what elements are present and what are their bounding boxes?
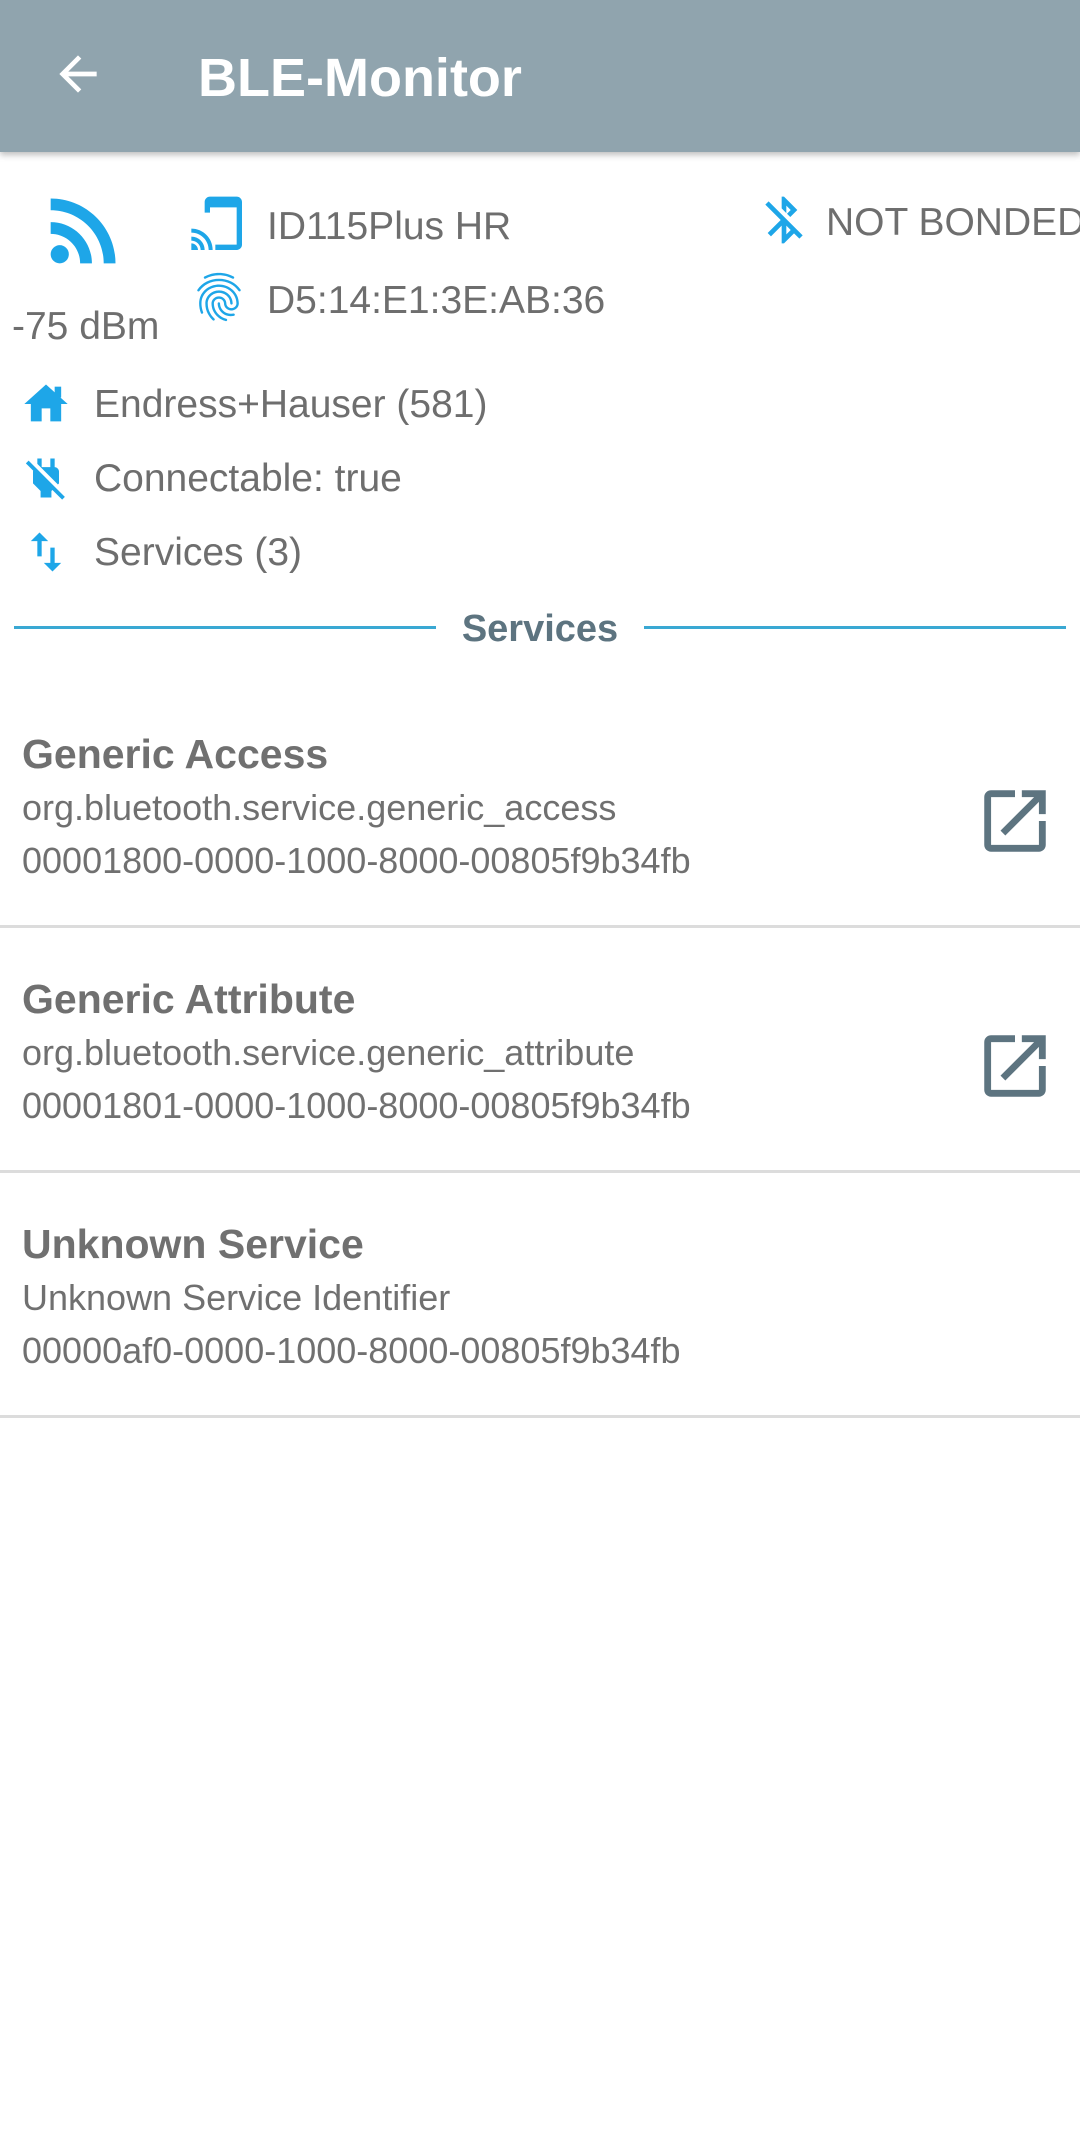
service-item-generic-access[interactable]: Generic Access org.bluetooth.service.gen…: [0, 683, 1080, 928]
service-identifier: Unknown Service Identifier: [22, 1277, 451, 1318]
service-name: Generic Access: [22, 731, 329, 777]
open-in-new-button[interactable]: [970, 1023, 1060, 1113]
home-icon: [20, 378, 72, 435]
connectable-status: Connectable: true: [94, 457, 402, 500]
service-item-unknown-service[interactable]: Unknown Service Unknown Service Identifi…: [0, 1173, 1080, 1418]
fingerprint-icon: [190, 268, 248, 331]
service-uuid: 00001800-0000-1000-8000-00805f9b34fb: [22, 840, 691, 881]
arrow-left-icon: [50, 46, 106, 107]
cast-icon: [186, 194, 250, 263]
manufacturer: Endress+Hauser (581): [94, 383, 488, 426]
service-name: Generic Attribute: [22, 976, 356, 1022]
swap-vert-icon: [20, 526, 72, 583]
services-section-title: Services: [461, 608, 619, 650]
power-off-icon: [20, 452, 72, 509]
service-identifier: org.bluetooth.service.generic_access: [22, 787, 617, 828]
rssi-value: -75 dBm: [12, 305, 160, 348]
device-address: D5:14:E1:3E:AB:36: [267, 279, 606, 322]
service-uuid: 00001801-0000-1000-8000-00805f9b34fb: [22, 1085, 691, 1126]
bluetooth-disabled-icon: [756, 192, 812, 253]
divider-right: [644, 626, 1066, 629]
services-count: Services (3): [94, 531, 303, 574]
open-in-new-icon: [974, 780, 1056, 867]
bond-status: NOT BONDED: [826, 201, 1080, 244]
rss-feed-icon: [34, 180, 134, 285]
service-item-generic-attribute[interactable]: Generic Attribute org.bluetooth.service.…: [0, 928, 1080, 1173]
open-in-new-button[interactable]: [970, 778, 1060, 868]
app-title: BLE-Monitor: [198, 48, 522, 108]
open-in-new-icon: [974, 1025, 1056, 1112]
app-bar: BLE-Monitor: [0, 0, 1080, 152]
back-button[interactable]: [28, 26, 128, 126]
device-name: ID115Plus HR: [267, 205, 512, 248]
service-name: Unknown Service: [22, 1221, 364, 1267]
service-uuid: 00000af0-0000-1000-8000-00805f9b34fb: [22, 1330, 681, 1371]
service-identifier: org.bluetooth.service.generic_attribute: [22, 1032, 635, 1073]
